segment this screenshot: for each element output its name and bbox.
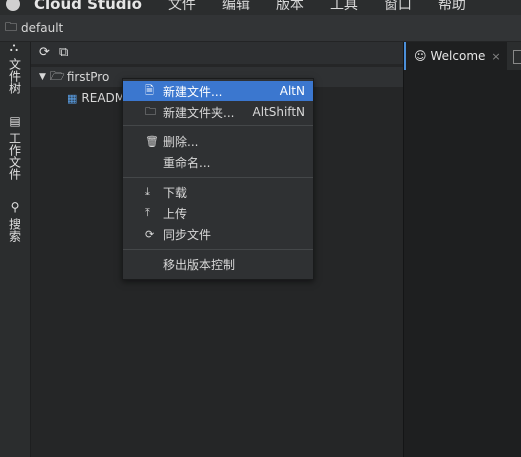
close-icon[interactable]: × [491,50,500,63]
project-name[interactable]: default [21,21,63,35]
folder-icon: 🗀 [5,19,18,34]
activity-tab-working-files[interactable]: ▤ 工作文件 [5,114,25,180]
trash-icon: 🗑 [145,134,159,148]
menu-item-new-file[interactable]: 🗎 新建文件... AltN [123,81,313,101]
editor-tabbar: ☺ Welcome × [404,42,521,70]
split-editor-icon[interactable] [513,50,521,64]
menu-item-delete[interactable]: 🗑 删除... [123,131,313,151]
menu-item-label: 重命名... [163,155,211,170]
activity-tab-file-tree[interactable]: ⛬ 文件树 [5,42,25,94]
menu-divider [123,125,313,126]
markdown-icon: ▦ [67,91,78,105]
menu-divider [123,177,313,178]
menu-item-label: 移出版本控制 [163,257,236,272]
cloud-studio-logo-icon [6,0,20,11]
sync-icon: ⟳ [145,227,155,241]
folder-icon: 🗀 [145,104,156,118]
menu-item-label: 删除... [163,134,199,149]
tree-file-item[interactable]: ▦ READM [67,89,125,107]
activity-tab-label: 搜索 [7,218,22,242]
upload-icon: ⤒ [145,206,150,219]
activity-tab-label: 工作文件 [7,132,22,180]
menu-divider [123,249,313,250]
menu-item-label: 上传 [163,206,188,221]
refresh-icon[interactable]: ⟳ [39,45,50,60]
tab-label: Welcome [430,49,486,63]
menu-bar: Cloud Studio 文件 编辑 版本 工具 窗口 帮助 [0,0,521,15]
file-label: READM [81,91,126,105]
menu-item-rename[interactable]: 重命名... [123,152,313,172]
context-menu: 🗎 新建文件... AltN 🗀 新建文件夹... AltShiftN 🗑 删除… [122,78,314,280]
menu-item-label: 同步文件 [163,227,212,242]
file-icon: 🗎 [145,83,154,97]
menu-window[interactable]: 窗口 [384,0,412,14]
menu-item-sync-files[interactable]: ⟳ 同步文件 [123,224,313,244]
menu-item-shortcut: AltShiftN [252,105,306,119]
folder-open-icon: 🗁 [49,68,65,83]
project-bar: 🗀 default [0,15,521,42]
collapse-icon[interactable]: ⧉ [59,45,68,60]
download-icon: ⤓ [145,185,150,198]
activity-tab-search[interactable]: ⚲ 搜索 [5,200,25,242]
menu-item-download[interactable]: ⤓ 下载 [123,182,313,202]
menu-item-new-folder[interactable]: 🗀 新建文件夹... AltShiftN [123,102,313,122]
app-name: Cloud Studio [34,0,142,13]
explorer-toolbar: ⟳ ⧉ [31,42,403,64]
folder-label: firstPro [66,70,110,84]
menu-help[interactable]: 帮助 [438,0,466,14]
file-icon: ▤ [8,114,22,128]
menu-edit[interactable]: 编辑 [222,0,250,14]
menu-item-shortcut: AltN [279,84,305,98]
menu-version[interactable]: 版本 [276,0,304,14]
tree-icon: ⛬ [8,42,22,54]
menu-item-upload[interactable]: ⤒ 上传 [123,203,313,223]
search-icon: ⚲ [8,200,22,214]
menu-tools[interactable]: 工具 [330,0,358,14]
tab-welcome[interactable]: ☺ Welcome × [404,42,507,70]
activity-bar: ⛬ 文件树 ▤ 工作文件 ⚲ 搜索 [0,42,31,457]
menu-item-remove-from-vcs[interactable]: 移出版本控制 [123,254,313,274]
caret-down-icon[interactable]: ▼ [39,72,46,82]
activity-tab-label: 文件树 [7,58,22,94]
editor-area: ☺ Welcome × [403,42,521,457]
smiley-icon: ☺ [414,49,427,63]
menu-file[interactable]: 文件 [168,0,196,14]
menu-item-label: 新建文件... [163,84,223,99]
menu-item-label: 新建文件夹... [163,105,235,120]
menu-item-label: 下载 [163,185,188,200]
